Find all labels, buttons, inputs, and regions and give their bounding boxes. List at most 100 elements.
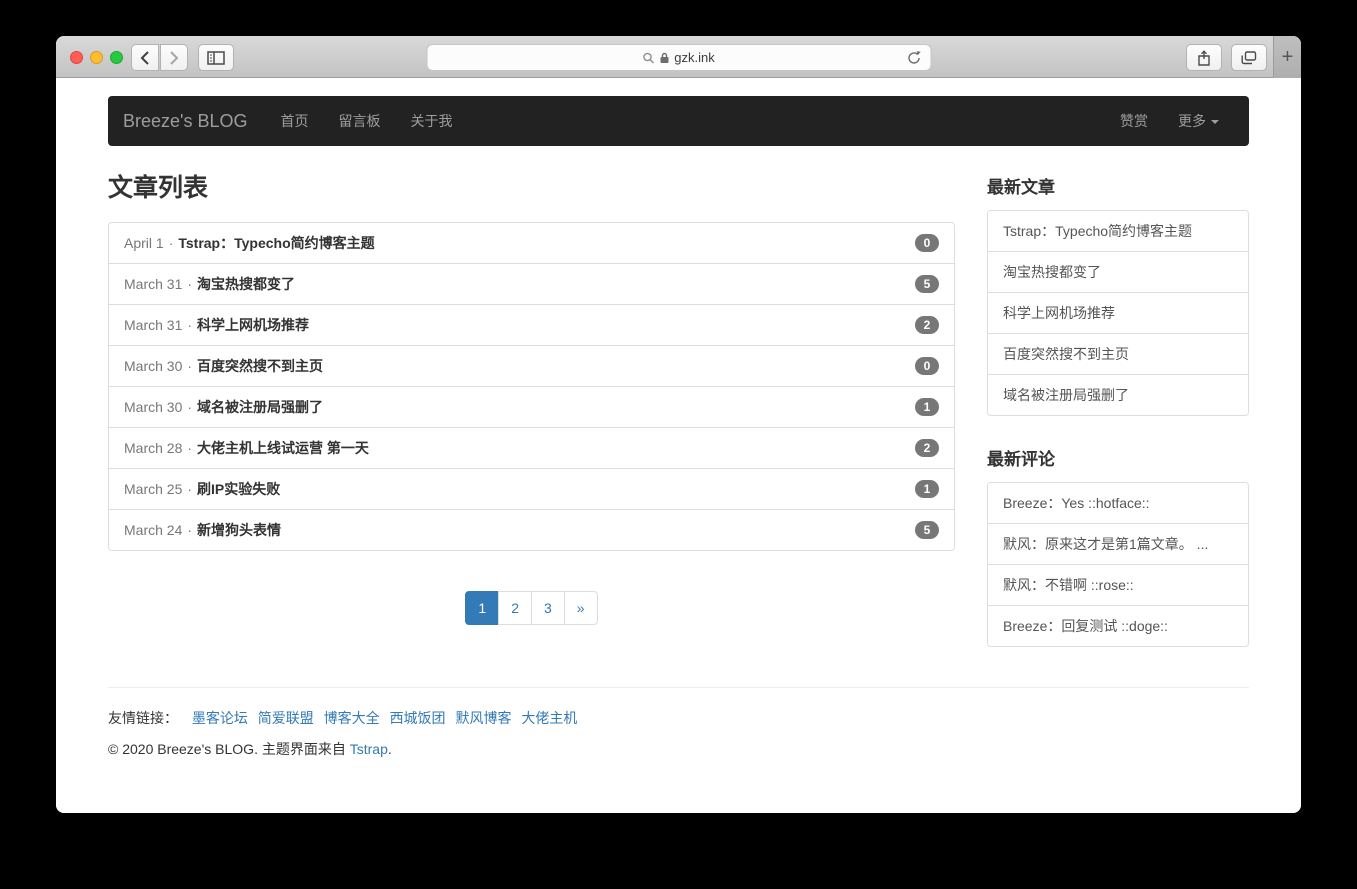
nav-item-home[interactable]: 首页 — [266, 111, 324, 131]
pagination-page-2[interactable]: 2 — [498, 591, 532, 625]
friend-link[interactable]: 默风博客 — [455, 710, 511, 726]
article-date: March 28 — [124, 440, 182, 456]
article-list: April 1 · Tstrap：Typecho简约博客主题 0 March 3… — [108, 222, 955, 551]
page-content: Breeze's BLOG 首页 留言板 关于我 赞赏 更多 文章列表 — [56, 78, 1301, 813]
browser-toolbar: gzk.ink + — [56, 36, 1301, 78]
copyright: © 2020 Breeze's BLOG. 主题界面来自 Tstrap. — [108, 739, 1249, 759]
page-title: 文章列表 — [108, 174, 955, 202]
latest-post-item[interactable]: 科学上网机场推荐 — [988, 293, 1248, 334]
comment-count-badge: 1 — [915, 480, 939, 498]
article-date: April 1 — [124, 235, 164, 251]
copyright-suffix: . — [388, 741, 392, 757]
comment-count-badge: 1 — [915, 398, 939, 416]
nav-item-about[interactable]: 关于我 — [396, 111, 468, 131]
share-icon — [1197, 50, 1211, 66]
theme-link[interactable]: Tstrap — [350, 741, 388, 757]
article-title: 新增狗头表情 — [197, 520, 281, 540]
article-row[interactable]: March 31 · 淘宝热搜都变了 5 — [109, 264, 954, 305]
nav-item-donate[interactable]: 赞赏 — [1105, 111, 1163, 131]
lock-icon — [659, 52, 669, 64]
article-date: March 31 — [124, 276, 182, 292]
address-bar[interactable]: gzk.ink — [426, 44, 931, 71]
latest-comments-list: Breeze：Yes ::hotface:: 默风：原来这才是第1篇文章。 ..… — [987, 482, 1249, 647]
article-date: March 25 — [124, 481, 182, 497]
new-tab-button[interactable]: + — [1273, 36, 1301, 78]
article-separator: · — [169, 235, 174, 251]
latest-post-item[interactable]: 淘宝热搜都变了 — [988, 252, 1248, 293]
article-separator: · — [187, 276, 192, 292]
article-separator: · — [187, 358, 192, 374]
article-date: March 24 — [124, 522, 182, 538]
pagination-page-1[interactable]: 1 — [465, 591, 499, 625]
caret-down-icon — [1211, 120, 1219, 124]
article-separator: · — [187, 522, 192, 538]
article-separator: · — [187, 399, 192, 415]
sidebar-icon — [207, 51, 225, 65]
back-button[interactable] — [131, 44, 159, 71]
footer-divider — [108, 687, 1249, 688]
browser-window: gzk.ink + Breeze's BLO — [56, 36, 1301, 813]
latest-comment-item[interactable]: Breeze：Yes ::hotface:: — [988, 483, 1248, 524]
site-brand[interactable]: Breeze's BLOG — [123, 111, 248, 132]
article-title: Tstrap：Typecho简约博客主题 — [178, 233, 374, 253]
friend-link[interactable]: 墨客论坛 — [192, 710, 248, 726]
refresh-icon[interactable] — [906, 50, 921, 66]
pagination-page-3[interactable]: 3 — [531, 591, 565, 625]
article-title: 大佬主机上线试运营 第一天 — [197, 438, 369, 458]
friend-link[interactable]: 博客大全 — [324, 710, 380, 726]
forward-button[interactable] — [160, 44, 188, 71]
friend-link[interactable]: 西城饭团 — [390, 710, 446, 726]
comment-count-badge: 0 — [915, 234, 939, 252]
article-date: March 30 — [124, 399, 182, 415]
tabs-icon — [1241, 51, 1257, 65]
article-row[interactable]: April 1 · Tstrap：Typecho简约博客主题 0 — [109, 223, 954, 264]
nav-item-more[interactable]: 更多 — [1163, 111, 1234, 131]
article-date: March 30 — [124, 358, 182, 374]
url-text: gzk.ink — [674, 50, 714, 65]
share-button[interactable] — [1186, 44, 1222, 71]
article-row[interactable]: March 30 · 域名被注册局强删了 1 — [109, 387, 954, 428]
comment-count-badge: 5 — [915, 275, 939, 293]
latest-comment-item[interactable]: Breeze：回复测试 ::doge:: — [988, 606, 1248, 646]
latest-post-item[interactable]: Tstrap：Typecho简约博客主题 — [988, 211, 1248, 252]
article-date: March 31 — [124, 317, 182, 333]
pagination-next[interactable]: » — [564, 591, 598, 625]
latest-post-item[interactable]: 百度突然搜不到主页 — [988, 334, 1248, 375]
chevron-left-icon — [140, 51, 150, 65]
search-icon — [642, 52, 654, 64]
comment-count-badge: 5 — [915, 521, 939, 539]
minimize-window-button[interactable] — [90, 51, 103, 64]
close-window-button[interactable] — [70, 51, 83, 64]
article-title: 百度突然搜不到主页 — [197, 356, 323, 376]
latest-comment-item[interactable]: 默风：不错啊 ::rose:: — [988, 565, 1248, 606]
article-separator: · — [187, 440, 192, 456]
sidebar: 最新文章 Tstrap：Typecho简约博客主题 淘宝热搜都变了 科学上网机场… — [987, 174, 1249, 647]
article-title: 淘宝热搜都变了 — [197, 274, 295, 294]
latest-comment-item[interactable]: 默风：原来这才是第1篇文章。 ... — [988, 524, 1248, 565]
article-separator: · — [187, 317, 192, 333]
nav-item-guestbook[interactable]: 留言板 — [324, 111, 396, 131]
article-title: 域名被注册局强删了 — [197, 397, 323, 417]
article-row[interactable]: March 24 · 新增狗头表情 5 — [109, 510, 954, 550]
comment-count-badge: 2 — [915, 439, 939, 457]
latest-post-item[interactable]: 域名被注册局强删了 — [988, 375, 1248, 415]
article-row[interactable]: March 28 · 大佬主机上线试运营 第一天 2 — [109, 428, 954, 469]
article-list-section: 文章列表 April 1 · Tstrap：Typecho简约博客主题 0 Ma… — [108, 174, 955, 647]
article-row[interactable]: March 31 · 科学上网机场推荐 2 — [109, 305, 954, 346]
friend-links: 友情链接： 墨客论坛 简爱联盟 博客大全 西城饭团 默风博客 大佬主机 — [108, 708, 1249, 728]
friend-link[interactable]: 大佬主机 — [521, 710, 577, 726]
article-row[interactable]: March 25 · 刷IP实验失败 1 — [109, 469, 954, 510]
sidebar-toggle-button[interactable] — [198, 44, 234, 71]
tab-overview-button[interactable] — [1231, 44, 1267, 71]
plus-icon: + — [1282, 46, 1294, 69]
pagination: 1 2 3 » — [108, 591, 955, 625]
comment-count-badge: 0 — [915, 357, 939, 375]
latest-posts-title: 最新文章 — [987, 174, 1249, 202]
latest-comments-title: 最新评论 — [987, 446, 1249, 474]
site-navbar: Breeze's BLOG 首页 留言板 关于我 赞赏 更多 — [108, 96, 1249, 146]
article-row[interactable]: March 30 · 百度突然搜不到主页 0 — [109, 346, 954, 387]
chevron-right-icon — [169, 51, 179, 65]
zoom-window-button[interactable] — [110, 51, 123, 64]
friend-link[interactable]: 简爱联盟 — [258, 710, 314, 726]
latest-posts-list: Tstrap：Typecho简约博客主题 淘宝热搜都变了 科学上网机场推荐 百度… — [987, 210, 1249, 416]
